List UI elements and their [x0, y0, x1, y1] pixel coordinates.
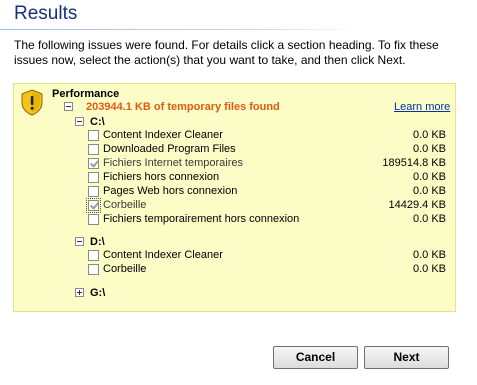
item-size: 0.0 KB: [412, 143, 446, 155]
drive-expander-icon[interactable]: [75, 117, 84, 126]
issues-panel: Performance 203944.1 KB of temporary fil…: [13, 83, 456, 312]
item-checkbox[interactable]: [86, 198, 101, 213]
page-title: Results: [14, 3, 78, 24]
item-label: Content Indexer Cleaner: [103, 129, 223, 141]
item-checkbox[interactable]: [88, 214, 99, 225]
item-size: 189514.8 KB: [382, 157, 446, 169]
item-label: Fichiers Internet temporaires: [103, 157, 243, 169]
next-button[interactable]: Next: [364, 346, 449, 369]
cancel-button[interactable]: Cancel: [273, 346, 358, 369]
item-size: 0.0 KB: [412, 171, 446, 183]
collapse-category-icon[interactable]: [64, 102, 73, 111]
warning-shield-icon: [21, 89, 43, 116]
drive-expander-icon[interactable]: [75, 237, 84, 246]
item-label: Corbeille: [103, 263, 147, 275]
item-label: Pages Web hors connexion: [103, 185, 238, 197]
learn-more-link[interactable]: Learn more: [394, 101, 450, 114]
drive-label[interactable]: C:\: [90, 116, 105, 129]
item-checkbox[interactable]: [88, 130, 99, 141]
drive-label[interactable]: D:\: [90, 236, 105, 249]
item-size: 0.0 KB: [412, 129, 446, 141]
drive-expander-icon[interactable]: [75, 288, 84, 297]
drive-label[interactable]: G:\: [90, 287, 105, 300]
item-checkbox[interactable]: [88, 186, 99, 197]
item-label: Fichiers temporairement hors connexion: [103, 213, 300, 225]
item-label: Fichiers hors connexion: [103, 171, 220, 183]
intro-text: The following issues were found. For det…: [14, 38, 439, 67]
item-size: 14429.4 KB: [388, 199, 447, 211]
item-checkbox[interactable]: [88, 172, 99, 183]
item-size: 0.0 KB: [412, 263, 446, 275]
item-checkbox[interactable]: [88, 264, 99, 275]
item-label: Downloaded Program Files: [103, 143, 236, 155]
item-label: Content Indexer Cleaner: [103, 249, 223, 261]
item-size: 0.0 KB: [412, 213, 446, 225]
item-checkbox[interactable]: [88, 158, 99, 169]
item-checkbox[interactable]: [88, 250, 99, 261]
category-label[interactable]: Performance: [52, 88, 119, 101]
item-size: 0.0 KB: [412, 249, 446, 261]
item-checkbox[interactable]: [88, 144, 99, 155]
summary-heading[interactable]: 203944.1 KB of temporary files found: [86, 101, 280, 114]
item-size: 0.0 KB: [412, 185, 446, 197]
item-label: Corbeille: [103, 199, 147, 211]
title-divider: [0, 29, 362, 30]
